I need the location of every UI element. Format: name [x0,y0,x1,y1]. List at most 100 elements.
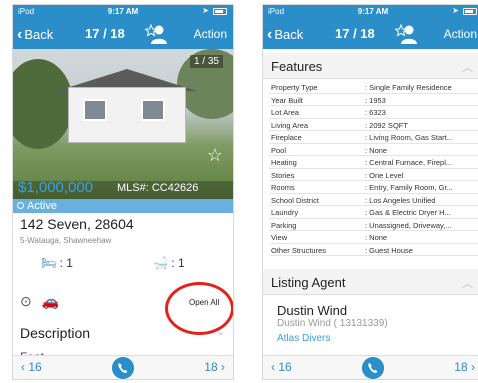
status-bar: iPod 9:17 AM ➤ [263,5,478,19]
listing-detail-screen: iPod 9:17 AM ➤ ‹ Back 17 / 18 Action 1 / … [12,4,234,380]
feature-key: Parking [271,220,297,230]
feature-value: : Unassigned, Driveway,... [365,220,452,230]
listing-actions: ⊙ 🚗 [20,293,59,310]
chevron-left-icon: ‹ [17,26,23,43]
feature-value: : One Level [365,170,404,180]
feature-row: Lot Area : 6323 [269,106,478,119]
agent-star-icon[interactable] [395,22,419,46]
chevron-up-icon: ︿ [462,278,473,290]
map-pin-icon[interactable]: ⊙ [20,293,32,309]
feature-row: Fireplace : Living Room, Gas Start... [269,131,478,144]
status-bar: iPod 9:17 AM ➤ [13,5,233,19]
feature-value: : Living Room, Gas Start... [365,133,453,142]
feature-row: Rooms: Entry, Family Room, Gr... [269,181,478,194]
next-listing-button[interactable]: 18 › [204,360,225,374]
baths-value: : 1 [171,256,185,270]
bottom-bar: ‹ 16 18 › [263,355,478,379]
feature-key: Laundry [271,208,299,217]
feature-value: : Guest House [365,245,413,255]
phone-icon[interactable] [362,357,384,379]
car-icon[interactable]: 🚗 [42,293,59,309]
feature-key: Other Structures [271,245,327,255]
feature-value: : 6323 [365,108,386,117]
pager-label: 17 / 18 [335,26,375,41]
feature-row: Heating : Central Furnace, Firepl... [269,156,478,169]
listing-agent-title: Listing Agent [271,275,346,290]
photo-window [83,99,107,121]
feature-value: : Single Family Residence [365,83,452,92]
listing-address: 142 Seven, 28604 [20,216,134,232]
feature-value: : None [365,233,388,242]
clock: 9:17 AM [107,7,139,16]
feature-key: Pool [271,145,287,155]
feature-row: Property Type : Single Family Residence [269,81,478,94]
back-button[interactable]: ‹ Back [267,26,303,44]
battery-icon [213,8,227,15]
feature-key: Year Built [271,95,303,105]
feature-key: Property Type [271,83,318,92]
clock: 9:17 AM [357,7,389,16]
feature-key: School District [271,195,319,205]
agent-star-icon[interactable] [145,22,169,46]
mls-number: MLS#: CC42626 [117,182,199,194]
feature-row: Living Area: 2092 SQFT [269,119,478,131]
bed-icon: 🛏 [41,256,57,270]
next-listing-number: 18 [204,360,218,374]
action-button[interactable]: Action [444,27,477,41]
status-dot-icon [17,202,24,209]
phone-icon[interactable] [112,357,134,379]
next-listing-button[interactable]: 18 › [454,360,475,374]
pager-label: 17 / 18 [85,26,125,41]
bath-icon: 🛁 [153,256,168,270]
back-button[interactable]: ‹ Back [17,26,53,44]
chevron-up-icon: ︿ [462,62,473,74]
beds-info: 🛏 : 1 [41,256,73,270]
status-label: Active [27,200,57,212]
photo-window [141,99,165,121]
prev-listing-button[interactable]: ‹ 16 [271,360,292,374]
feature-row: Laundry : Gas & Electric Dryer H... [269,206,478,219]
features-section-header[interactable]: Features ︿ [263,53,478,79]
action-button[interactable]: Action [194,27,227,41]
listing-features-screen: iPod 9:17 AM ➤ ‹ Back 17 / 18 Action Feat… [262,4,478,380]
feature-key: Heating [271,158,297,167]
location-arrow-icon: ➤ [202,6,209,15]
prev-listing-button[interactable]: ‹ 16 [21,360,42,374]
listing-photo[interactable]: 1 / 35 ☆ [13,49,233,199]
feature-row: Parking : Unassigned, Driveway,... [269,219,478,231]
prev-listing-number: 16 [278,360,292,374]
agent-office-link[interactable]: Atlas Divers [277,333,330,344]
feature-key: Rooms [271,183,295,192]
features-table: Property Type : Single Family Residence Ye… [269,81,478,256]
favorite-star-icon[interactable]: ☆ [207,145,223,166]
feature-value: : 2092 SQFT [365,120,408,130]
feature-value: : Gas & Electric Dryer H... [365,208,451,217]
feature-value: : 1953 [365,95,386,105]
feature-row: View: None [269,231,478,244]
next-listing-number: 18 [454,360,468,374]
feature-row: Other Structures : Guest House [269,244,478,256]
chevron-left-icon: ‹ [267,26,273,43]
feature-key: Lot Area [271,108,299,117]
location-arrow-icon: ➤ [452,6,459,15]
feature-value: : None [365,145,388,155]
feature-key: Fireplace [271,133,302,142]
listing-area: 5-Watauga, Shawneehaw [20,236,112,245]
feature-row: Year Built : 1953 [269,94,478,106]
back-label: Back [274,27,304,42]
feature-key: Stories [271,170,295,180]
feature-value: : Central Furnace, Firepl... [365,158,453,167]
prev-listing-number: 16 [28,360,42,374]
chevron-down-icon: ⌄ [216,327,225,338]
description-header[interactable]: Description [20,325,90,341]
photo-counter: 1 / 35 [189,55,223,68]
feature-row: School District : Los Angeles Unified [269,194,478,206]
listing-price: $1,000,000 [18,179,94,196]
bottom-bar: ‹ 16 18 › [13,355,233,379]
features-title: Features [271,59,323,74]
beds-value: : 1 [59,256,73,270]
battery-icon [463,8,477,15]
feature-value: : Los Angeles Unified [365,195,436,205]
listing-agent-section-header[interactable]: Listing Agent ︿ [263,269,478,295]
nav-bar: ‹ Back 17 / 18 Action [263,19,478,49]
